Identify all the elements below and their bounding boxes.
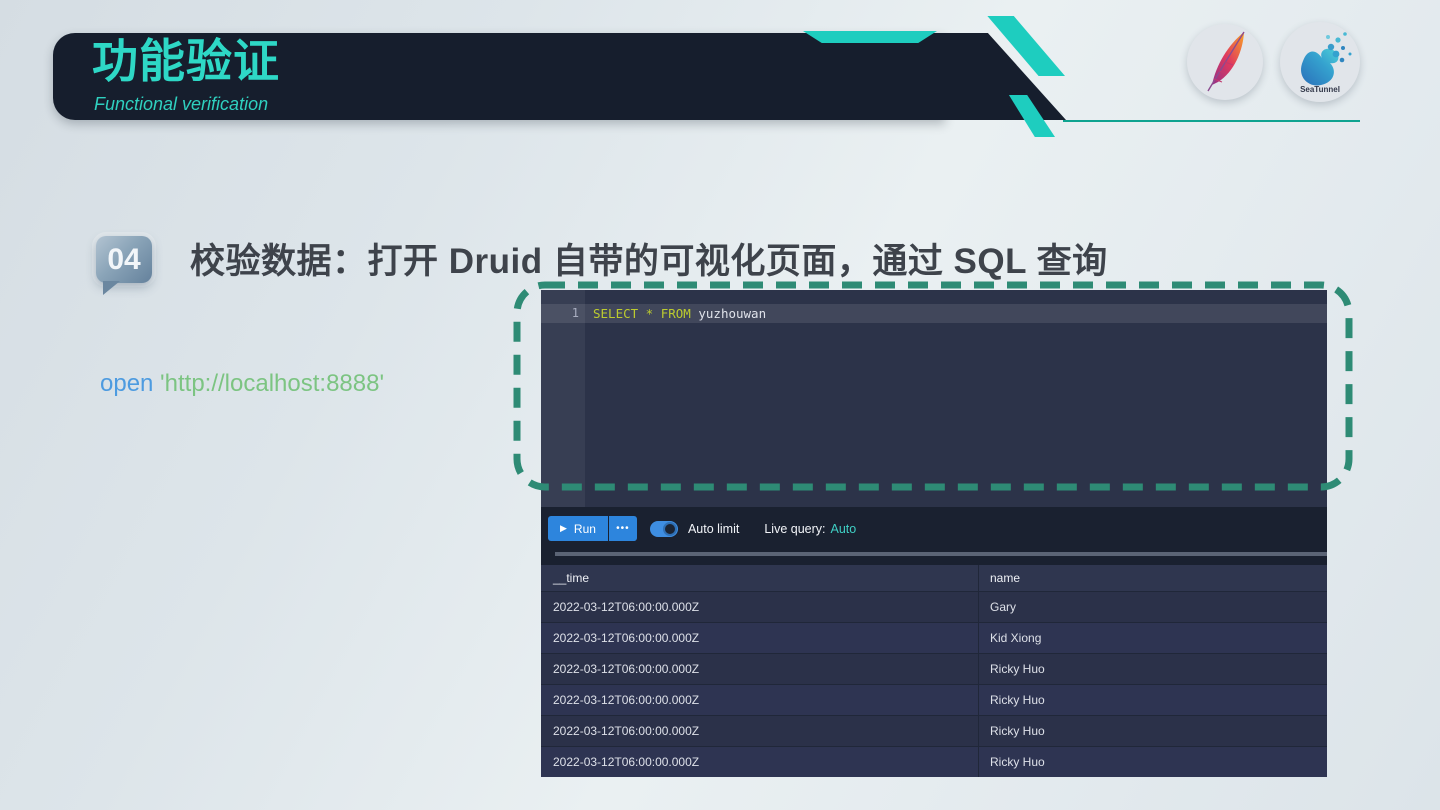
query-toolbar: ▶ Run ••• Auto limit Live query: Auto	[541, 507, 1327, 550]
sql-from-keyword: FROM	[660, 306, 691, 321]
table-row[interactable]: 2022-03-12T06:00:00.000Z Kid Xiong	[541, 622, 1327, 653]
command-argument: 'http://localhost:8888'	[153, 370, 385, 397]
druid-console-screenshot: 1 SELECT * FROM yuzhouwan ▶ Run ••• Auto…	[541, 290, 1327, 777]
cell-name: Ricky Huo	[990, 724, 1045, 738]
cell-time: 2022-03-12T06:00:00.000Z	[553, 693, 700, 707]
line-number: 1	[571, 306, 579, 320]
apache-feather-icon	[1207, 31, 1245, 92]
command-word: open	[100, 370, 154, 397]
run-button[interactable]: ▶ Run	[548, 516, 608, 541]
cell-time: 2022-03-12T06:00:00.000Z	[553, 755, 700, 769]
column-header-name[interactable]: name	[978, 565, 1327, 591]
cell-name: Ricky Huo	[990, 662, 1045, 676]
play-icon: ▶	[560, 523, 567, 533]
cell-time: 2022-03-12T06:00:00.000Z	[553, 600, 700, 614]
header-accent-strip	[803, 31, 937, 43]
cell-name: Ricky Huo	[990, 755, 1045, 769]
ellipsis-icon: •••	[616, 523, 630, 534]
results-table-header: __time name	[541, 565, 1327, 591]
sql-select-keyword: SELECT	[593, 306, 639, 321]
table-row[interactable]: 2022-03-12T06:00:00.000Z Ricky Huo	[541, 715, 1327, 746]
column-header-time[interactable]: __time	[541, 565, 978, 591]
step-number: 04	[107, 242, 141, 276]
table-row[interactable]: 2022-03-12T06:00:00.000Z Ricky Huo	[541, 684, 1327, 715]
auto-limit-toggle[interactable]	[649, 520, 678, 537]
more-options-button[interactable]: •••	[608, 516, 637, 541]
seatunnel-splash-icon: SeaTunnel	[1300, 32, 1352, 94]
header-bar-slant	[940, 33, 1066, 120]
live-query-label: Live query:	[764, 521, 826, 536]
step-number-badge: 04	[96, 236, 152, 295]
header-underline	[1063, 120, 1360, 122]
cell-name: Gary	[990, 600, 1017, 614]
sql-table-name: yuzhouwan	[690, 306, 767, 321]
step-title: 校验数据：打开 Druid 自带的可视化页面，通过 SQL 查询	[190, 242, 1108, 281]
cell-time: 2022-03-12T06:00:00.000Z	[553, 724, 700, 738]
cell-name: Ricky Huo	[990, 693, 1045, 707]
panel-resize-divider[interactable]	[555, 552, 1327, 556]
table-row[interactable]: 2022-03-12T06:00:00.000Z Gary	[541, 591, 1327, 622]
page-title: 功能验证	[92, 35, 280, 87]
cell-time: 2022-03-12T06:00:00.000Z	[553, 662, 700, 676]
run-button-label: Run	[573, 521, 596, 536]
sql-editor[interactable]: 1 SELECT * FROM yuzhouwan	[541, 290, 1327, 507]
apache-logo	[1187, 24, 1263, 100]
cell-time: 2022-03-12T06:00:00.000Z	[553, 631, 700, 645]
page-subtitle: Functional verification	[94, 94, 269, 114]
toggle-knob	[662, 521, 677, 536]
live-query-value[interactable]: Auto	[831, 522, 857, 536]
column-divider-line	[978, 565, 979, 777]
seatunnel-logo: SeaTunnel	[1280, 22, 1360, 102]
command-line: open 'http://localhost:8888'	[100, 370, 384, 398]
sql-star: *	[638, 306, 661, 321]
table-row[interactable]: 2022-03-12T06:00:00.000Z Ricky Huo	[541, 653, 1327, 684]
cell-name: Kid Xiong	[990, 631, 1042, 645]
sql-query-text[interactable]: SELECT * FROM yuzhouwan	[593, 304, 766, 323]
seatunnel-logo-text: SeaTunnel	[1300, 85, 1340, 94]
table-row[interactable]: 2022-03-12T06:00:00.000Z Ricky Huo	[541, 746, 1327, 777]
auto-limit-label[interactable]: Auto limit	[688, 522, 739, 536]
